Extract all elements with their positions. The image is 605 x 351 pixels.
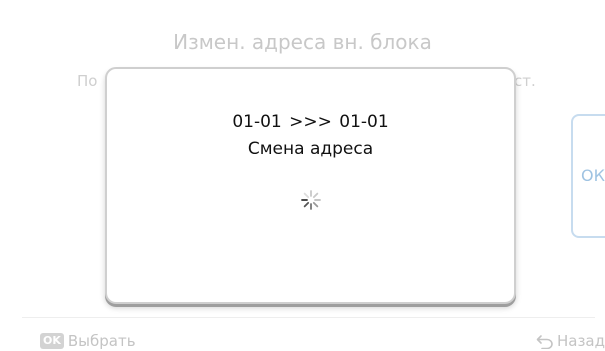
back-hint[interactable]: Назад: [536, 332, 605, 350]
subtitle-left: По: [77, 72, 98, 90]
ok-button[interactable]: ОК: [571, 114, 605, 238]
transition-arrow: >>>: [289, 112, 332, 132]
ok-key-icon: OK: [40, 333, 64, 349]
select-label: Выбрать: [67, 332, 136, 350]
to-address: 01-01: [339, 112, 389, 132]
select-hint[interactable]: OK Выбрать: [40, 332, 136, 350]
page-title: Измен. адреса вн. блока: [173, 30, 432, 54]
ok-button-label: ОК: [581, 166, 605, 185]
from-address: 01-01: [232, 112, 282, 132]
back-arrow-icon: [536, 335, 553, 349]
loading-spinner-icon: [301, 190, 321, 210]
back-label: Назад: [556, 332, 605, 350]
footer-divider: [22, 317, 595, 318]
status-text: Смена адреса: [247, 139, 374, 159]
progress-dialog: 01-01 >>> 01-01 Смена адреса: [105, 67, 516, 304]
address-transition: 01-01 >>> 01-01: [107, 112, 514, 132]
subtitle-right: ст.: [514, 72, 536, 90]
address-change-screen: Измен. адреса вн. блока По ст. ОК OK Выб…: [0, 0, 605, 351]
